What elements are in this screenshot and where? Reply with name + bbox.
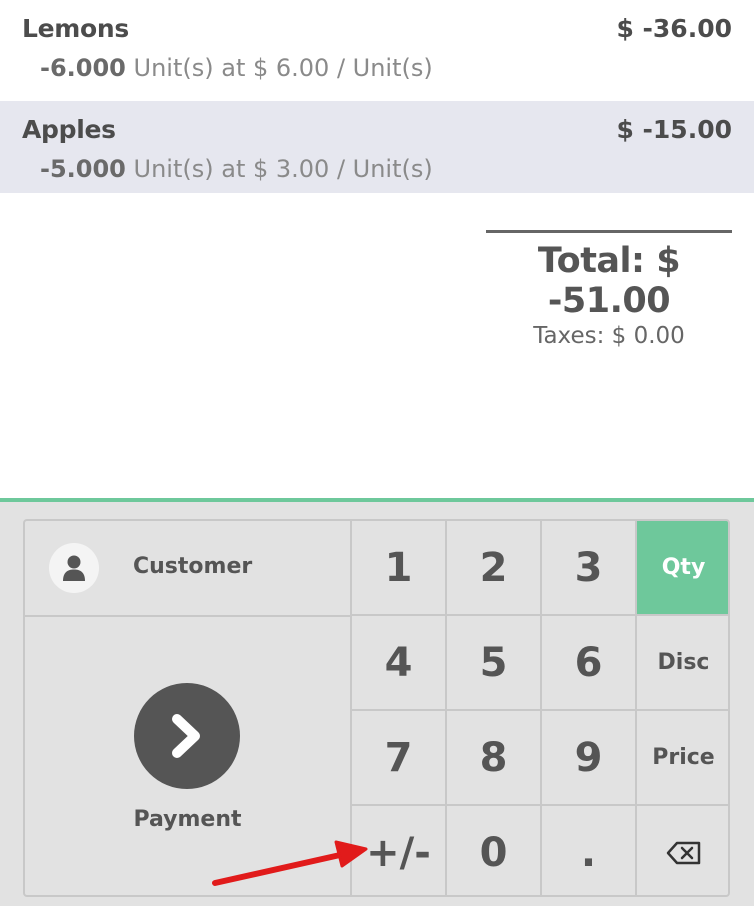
- chevron-right-icon: [134, 683, 240, 789]
- customer-button[interactable]: Customer: [25, 521, 350, 615]
- line-unit-info: Unit(s) at $ 6.00 / Unit(s): [133, 54, 433, 82]
- numpad-key-3[interactable]: 3: [542, 521, 635, 614]
- numpad-key-0[interactable]: 0: [447, 806, 540, 895]
- backspace-button[interactable]: [637, 806, 728, 895]
- numpad-key-1[interactable]: 1: [352, 521, 445, 614]
- numpad-key-8[interactable]: 8: [447, 711, 540, 804]
- mode-qty-button[interactable]: Qty: [637, 521, 728, 614]
- numpad-key-7[interactable]: 7: [352, 711, 445, 804]
- orderline-lemons[interactable]: Lemons $ -36.00 -6.000 Unit(s) at $ 6.00…: [0, 0, 754, 92]
- numpad-key-dot[interactable]: .: [542, 806, 635, 895]
- order-taxes: Taxes: $ 0.00: [533, 323, 685, 349]
- numpad-key-plus-minus[interactable]: +/-: [352, 806, 445, 895]
- line-info: -5.000 Unit(s) at $ 3.00 / Unit(s): [40, 155, 433, 183]
- product-name: Apples: [22, 115, 116, 144]
- mode-disc-button[interactable]: Disc: [637, 616, 728, 709]
- line-qty: -5.000: [40, 155, 126, 183]
- customer-label: Customer: [133, 554, 253, 579]
- numpad-key-4[interactable]: 4: [352, 616, 445, 709]
- payment-button[interactable]: Payment: [25, 617, 350, 895]
- order-total: Total: $ -51.00: [537, 241, 681, 321]
- payment-label: Payment: [133, 807, 242, 832]
- user-icon: [49, 543, 99, 593]
- line-qty: -6.000: [40, 54, 126, 82]
- control-panel: Customer Payment 1 2 3 Qty 4 5 6 Disc 7 …: [0, 498, 754, 906]
- numpad-key-5[interactable]: 5: [447, 616, 540, 709]
- line-unit-info: Unit(s) at $ 3.00 / Unit(s): [133, 155, 433, 183]
- backspace-icon: [666, 841, 700, 864]
- line-price: $ -15.00: [616, 115, 732, 144]
- numpad-key-2[interactable]: 2: [447, 521, 540, 614]
- order-panel: Lemons $ -36.00 -6.000 Unit(s) at $ 6.00…: [0, 0, 754, 498]
- line-price: $ -36.00: [616, 14, 732, 43]
- mode-price-button[interactable]: Price: [637, 711, 728, 804]
- product-name: Lemons: [22, 14, 129, 43]
- control-buttons: Customer Payment 1 2 3 Qty 4 5 6 Disc 7 …: [23, 519, 730, 897]
- orderline-apples[interactable]: Apples $ -15.00 -5.000 Unit(s) at $ 3.00…: [0, 101, 754, 193]
- numpad-key-9[interactable]: 9: [542, 711, 635, 804]
- line-info: -6.000 Unit(s) at $ 6.00 / Unit(s): [40, 54, 433, 82]
- order-summary: Total: $ -51.00 Taxes: $ 0.00: [486, 230, 732, 349]
- numpad-key-6[interactable]: 6: [542, 616, 635, 709]
